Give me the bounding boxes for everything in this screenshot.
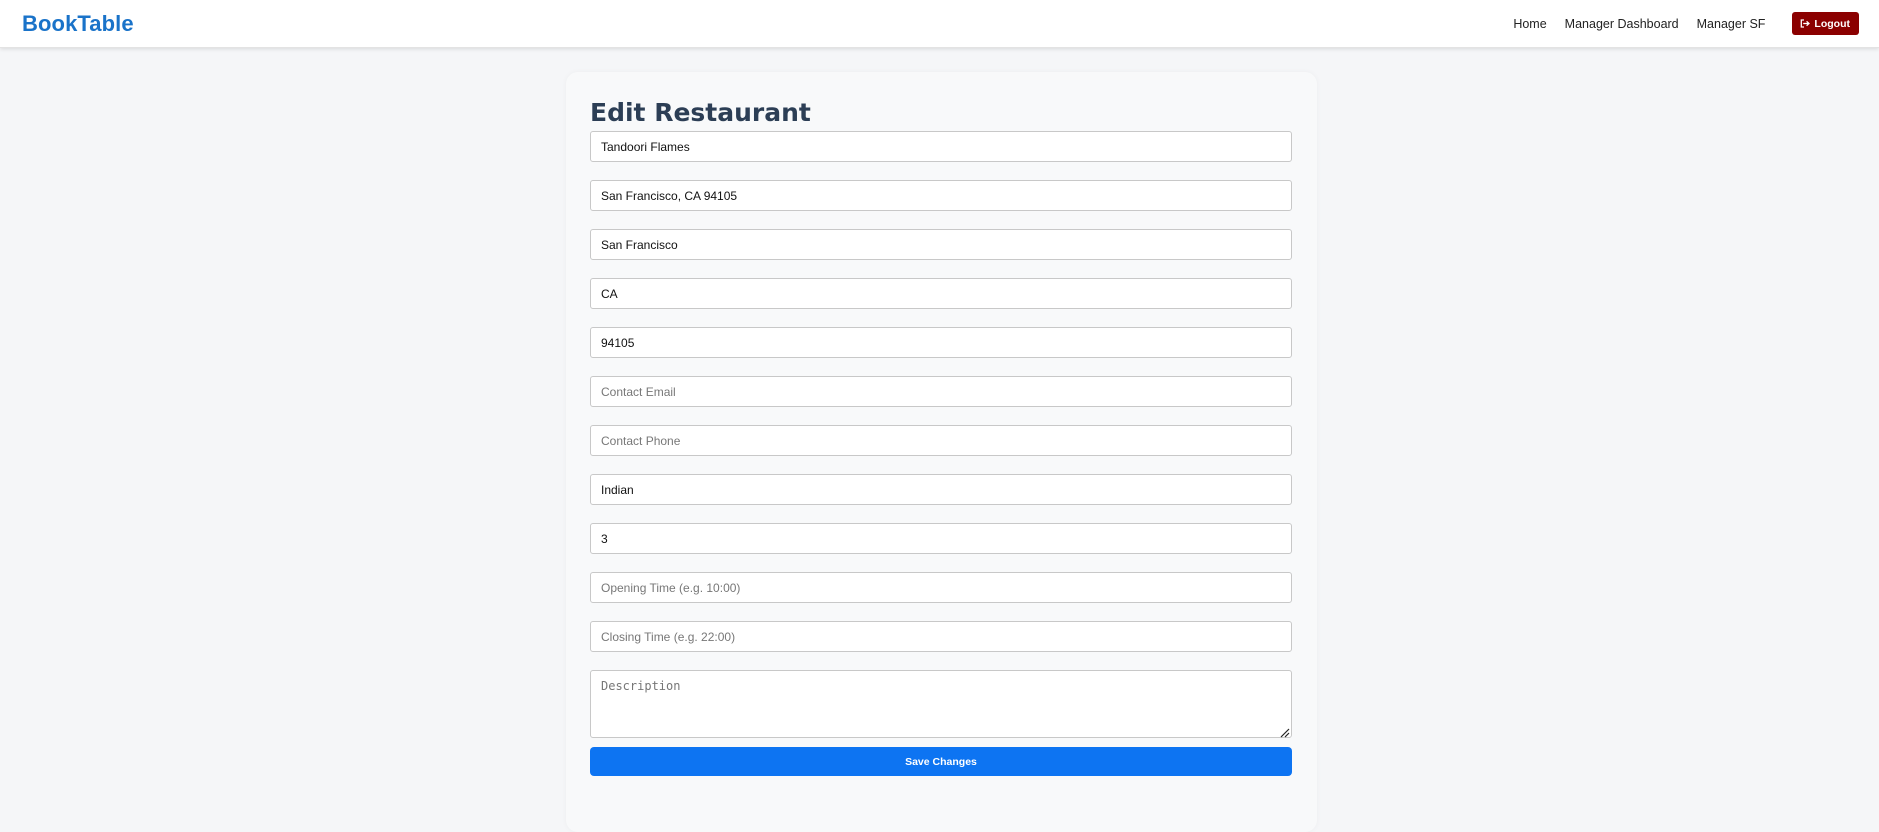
current-user-name: Manager SF bbox=[1696, 16, 1766, 31]
zip-input[interactable] bbox=[590, 327, 1292, 358]
city-input[interactable] bbox=[590, 229, 1292, 260]
price-level-input[interactable] bbox=[590, 523, 1292, 554]
top-navbar: BookTable Home Manager Dashboard Manager… bbox=[0, 0, 1879, 48]
closing-time-input[interactable] bbox=[590, 621, 1292, 652]
nav-link-manager-dashboard[interactable]: Manager Dashboard bbox=[1565, 17, 1679, 31]
contact-email-input[interactable] bbox=[590, 376, 1292, 407]
address-input[interactable] bbox=[590, 180, 1292, 211]
restaurant-name-input[interactable] bbox=[590, 131, 1292, 162]
nav-links: Home Manager Dashboard Manager SF Logout bbox=[1513, 12, 1859, 35]
logout-label: Logout bbox=[1814, 17, 1850, 30]
logout-button[interactable]: Logout bbox=[1792, 12, 1859, 35]
opening-time-input[interactable] bbox=[590, 572, 1292, 603]
page-title: Edit Restaurant bbox=[590, 98, 811, 127]
contact-phone-input[interactable] bbox=[590, 425, 1292, 456]
brand-logo[interactable]: BookTable bbox=[22, 11, 134, 37]
cuisine-input[interactable] bbox=[590, 474, 1292, 505]
state-input[interactable] bbox=[590, 278, 1292, 309]
nav-link-home[interactable]: Home bbox=[1513, 17, 1546, 31]
resize-grip-icon[interactable] bbox=[1279, 725, 1290, 738]
sign-out-icon bbox=[1800, 19, 1811, 28]
save-changes-button[interactable]: Save Changes bbox=[590, 747, 1292, 776]
description-textarea[interactable] bbox=[590, 670, 1292, 738]
